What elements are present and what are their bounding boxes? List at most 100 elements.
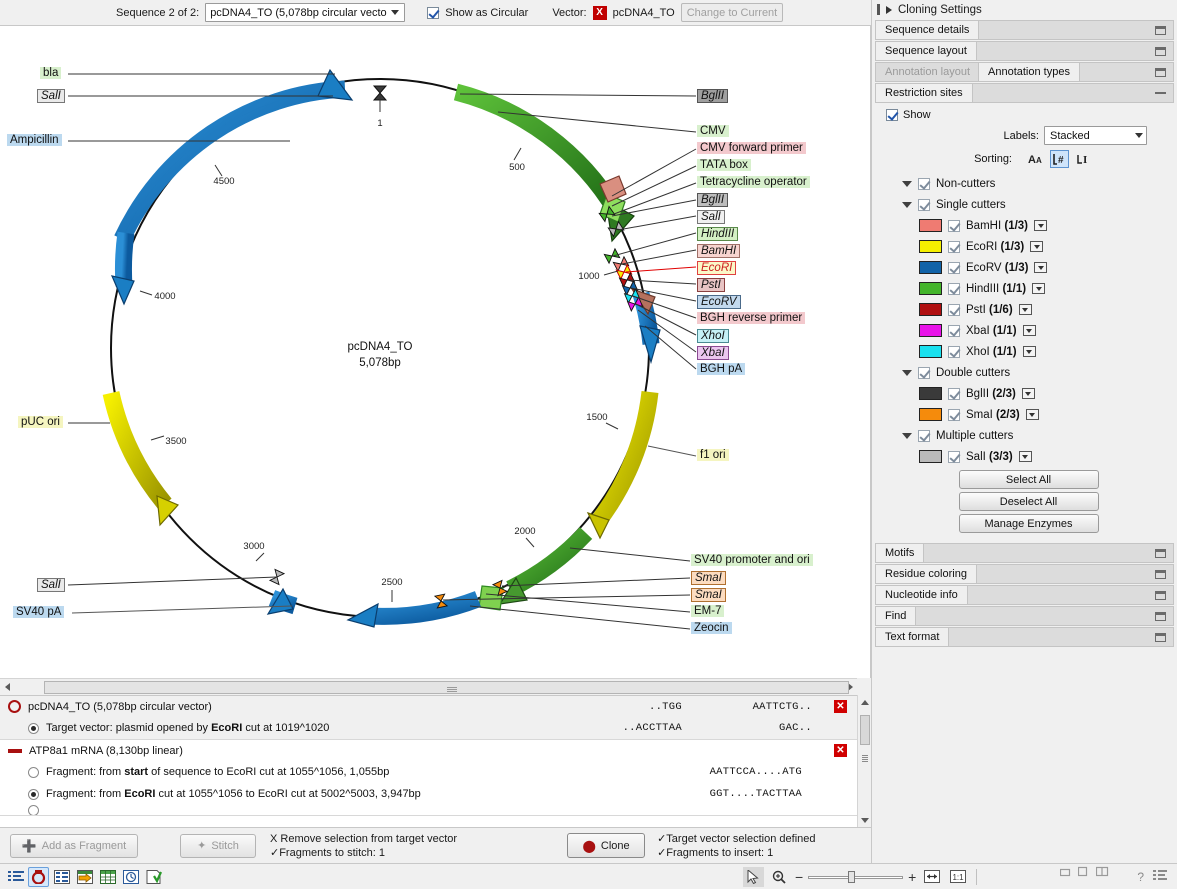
report-view-icon[interactable] [143, 867, 164, 887]
fragment-group-vector[interactable]: pcDNA4_TO (5,078bp circular vector) ..TG… [0, 696, 857, 740]
expand-section-icon[interactable] [1155, 47, 1166, 56]
section-text-format-label[interactable]: Text format [875, 627, 949, 647]
enzyme-menu-icon[interactable] [1034, 262, 1047, 273]
change-to-current-button[interactable]: Change to Current [681, 3, 784, 22]
section-find[interactable]: Find [875, 606, 1174, 626]
show-as-circular-checkbox[interactable] [427, 7, 439, 19]
fragment-radio[interactable] [28, 805, 39, 815]
section-restriction-sites[interactable]: Restriction sites [875, 83, 1174, 103]
enzyme-checkbox[interactable] [948, 283, 960, 295]
sequence-select[interactable]: pcDNA4_TO (5,078bp circular vector) [205, 3, 405, 22]
section-sequence-layout[interactable]: Sequence layout [875, 41, 1174, 61]
enzyme-checkbox[interactable] [948, 346, 960, 358]
export-view-icon[interactable] [74, 867, 95, 887]
enzyme-row-smai[interactable]: SmaI (2/3) [886, 404, 1171, 425]
section-nucleotide-info[interactable]: Nucleotide info [875, 585, 1174, 605]
expand-icon[interactable] [886, 6, 892, 14]
plasmid-map-canvas[interactable]: 1 500 1000 1500 2000 2500 3000 3500 4000… [0, 26, 871, 678]
position-sort-icon[interactable]: # [1050, 150, 1069, 168]
enzyme-checkbox[interactable] [948, 262, 960, 274]
expand-section-icon[interactable] [1155, 549, 1166, 558]
enzyme-row-bglii[interactable]: BglII (2/3) [886, 383, 1171, 404]
section-residue-coloring-label[interactable]: Residue coloring [875, 564, 977, 584]
scroll-left-button[interactable] [0, 680, 14, 694]
enzyme-checkbox[interactable] [948, 241, 960, 253]
enzyme-color-swatch[interactable] [919, 261, 942, 274]
enzyme-color-swatch[interactable] [919, 450, 942, 463]
help-button[interactable]: ? [1137, 870, 1144, 884]
cloning-view-icon[interactable] [28, 867, 49, 887]
expand-section-icon[interactable] [1155, 633, 1166, 642]
fragment-row-partial[interactable] [0, 805, 857, 815]
fragment-group-header[interactable]: pcDNA4_TO (5,078bp circular vector) ..TG… [0, 696, 857, 717]
window-minimize-icon[interactable] [1060, 866, 1071, 880]
enzyme-color-swatch[interactable] [919, 282, 942, 295]
labels-select[interactable]: Stacked [1044, 126, 1147, 145]
enzyme-color-swatch[interactable] [919, 219, 942, 232]
section-residue-coloring[interactable]: Residue coloring [875, 564, 1174, 584]
section-sequence-layout-label[interactable]: Sequence layout [875, 41, 977, 61]
expand-section-icon[interactable] [1155, 591, 1166, 600]
select-cursor-icon[interactable] [743, 867, 764, 887]
section-nucleotide-info-label[interactable]: Nucleotide info [875, 585, 968, 605]
fragment-list[interactable]: pcDNA4_TO (5,078bp circular vector) ..TG… [0, 695, 857, 827]
add-as-fragment-button[interactable]: ➕ Add as Fragment [10, 834, 138, 858]
fragment-row[interactable]: Fragment: from start of sequence to EcoR… [0, 761, 857, 783]
history-view-icon[interactable] [120, 867, 141, 887]
enzyme-checkbox[interactable] [948, 388, 960, 400]
double-cutters-checkbox[interactable] [918, 367, 930, 379]
zoom-slider[interactable] [808, 871, 903, 883]
group-multiple-cutters[interactable]: Multiple cutters [886, 425, 1171, 446]
section-sequence-details-label[interactable]: Sequence details [875, 20, 979, 40]
enzyme-menu-icon[interactable] [1019, 304, 1032, 315]
map-horizontal-scrollbar[interactable] [0, 678, 857, 695]
fit-width-icon[interactable] [921, 867, 942, 887]
fragment-radio[interactable] [28, 767, 39, 778]
expand-section-icon[interactable] [1155, 26, 1166, 35]
scroll-track[interactable] [14, 680, 843, 695]
window-split-icon[interactable] [1096, 866, 1109, 880]
enzyme-color-swatch[interactable] [919, 387, 942, 400]
enzyme-checkbox[interactable] [948, 409, 960, 421]
enzyme-color-swatch[interactable] [919, 345, 942, 358]
group-double-cutters[interactable]: Double cutters [886, 362, 1171, 383]
window-restore-icon[interactable] [1078, 866, 1089, 880]
enzyme-menu-icon[interactable] [1019, 451, 1032, 462]
non-cutters-checkbox[interactable] [918, 178, 930, 190]
enzyme-checkbox[interactable] [948, 220, 960, 232]
section-text-format[interactable]: Text format [875, 627, 1174, 647]
clone-button[interactable]: ⬤ Clone [567, 833, 645, 858]
fragment-row[interactable]: Fragment: from EcoRI cut at 1055^1056 to… [0, 783, 857, 805]
enzyme-menu-icon[interactable] [1034, 220, 1047, 231]
multiple-cutters-checkbox[interactable] [918, 430, 930, 442]
expand-section-icon[interactable] [1155, 612, 1166, 621]
scroll-down-button[interactable] [858, 813, 872, 827]
enzyme-color-swatch[interactable] [919, 303, 942, 316]
grid-view-icon[interactable] [97, 867, 118, 887]
enzyme-checkbox[interactable] [948, 451, 960, 463]
enzyme-row-xhoi[interactable]: XhoI (1/1) [886, 341, 1171, 362]
enzyme-checkbox[interactable] [948, 325, 960, 337]
scroll-up-button[interactable] [858, 695, 872, 709]
enzyme-color-swatch[interactable] [919, 240, 942, 253]
section-restriction-sites-label[interactable]: Restriction sites [875, 83, 973, 103]
section-motifs[interactable]: Motifs [875, 543, 1174, 563]
fragment-group-insert[interactable]: ATP8a1 mRNA (8,130bp linear) ✕ Fragment:… [0, 740, 857, 816]
list-view-icon[interactable] [5, 867, 26, 887]
enzyme-color-swatch[interactable] [919, 408, 942, 421]
enzyme-row-ecori[interactable]: EcoRI (1/3) [886, 236, 1171, 257]
select-all-button[interactable]: Select All [959, 470, 1099, 489]
tab-annotation-types[interactable]: Annotation types [978, 62, 1080, 82]
vector-remove-icon[interactable]: X [593, 6, 607, 20]
caret-down-icon[interactable] [902, 181, 912, 187]
scroll-thumb[interactable] [44, 681, 849, 694]
stitch-button[interactable]: ✦ Stitch [180, 834, 256, 858]
section-sequence-details[interactable]: Sequence details [875, 20, 1174, 40]
enzyme-row-sali[interactable]: SalI (3/3) [886, 446, 1171, 467]
enzyme-menu-icon[interactable] [1022, 388, 1035, 399]
alphabetical-sort-icon[interactable]: AA [1026, 150, 1045, 168]
section-annotation[interactable]: Annotation layout Annotation types [875, 62, 1174, 82]
section-find-label[interactable]: Find [875, 606, 916, 626]
expand-section-icon[interactable] [1155, 68, 1166, 77]
single-cutters-checkbox[interactable] [918, 199, 930, 211]
